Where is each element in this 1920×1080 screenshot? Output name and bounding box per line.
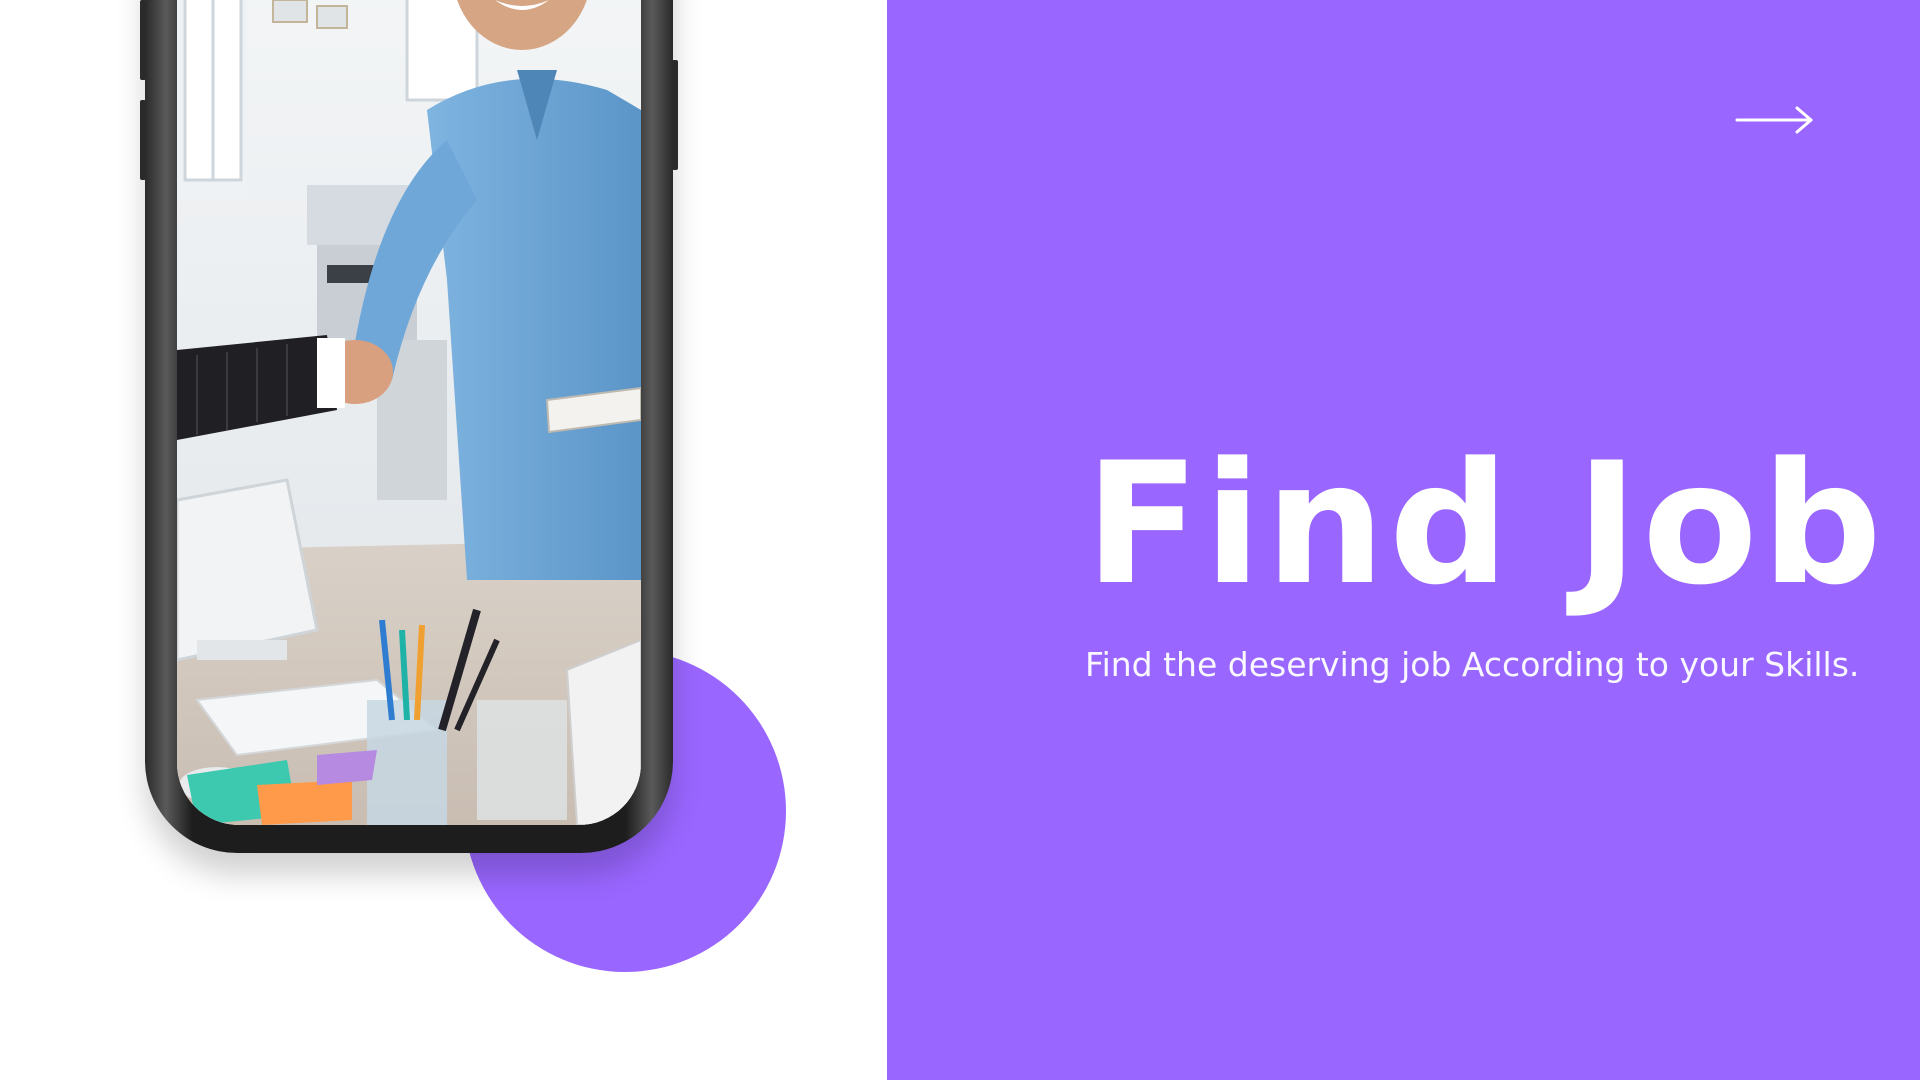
phone-volume-button	[140, 0, 146, 80]
page-title: Find Job	[1085, 426, 1886, 622]
page-subtitle: Find the deserving job According to your…	[1085, 645, 1860, 684]
slide: Find Job Find the deserving job Accordin…	[0, 0, 1920, 1080]
handshake-office-photo	[177, 0, 641, 825]
phone-power-button	[672, 60, 678, 170]
phone-screen	[177, 0, 641, 825]
phone-volume-button	[140, 100, 146, 180]
arrow-right-icon[interactable]	[1735, 100, 1815, 140]
phone-mockup	[140, 0, 678, 853]
